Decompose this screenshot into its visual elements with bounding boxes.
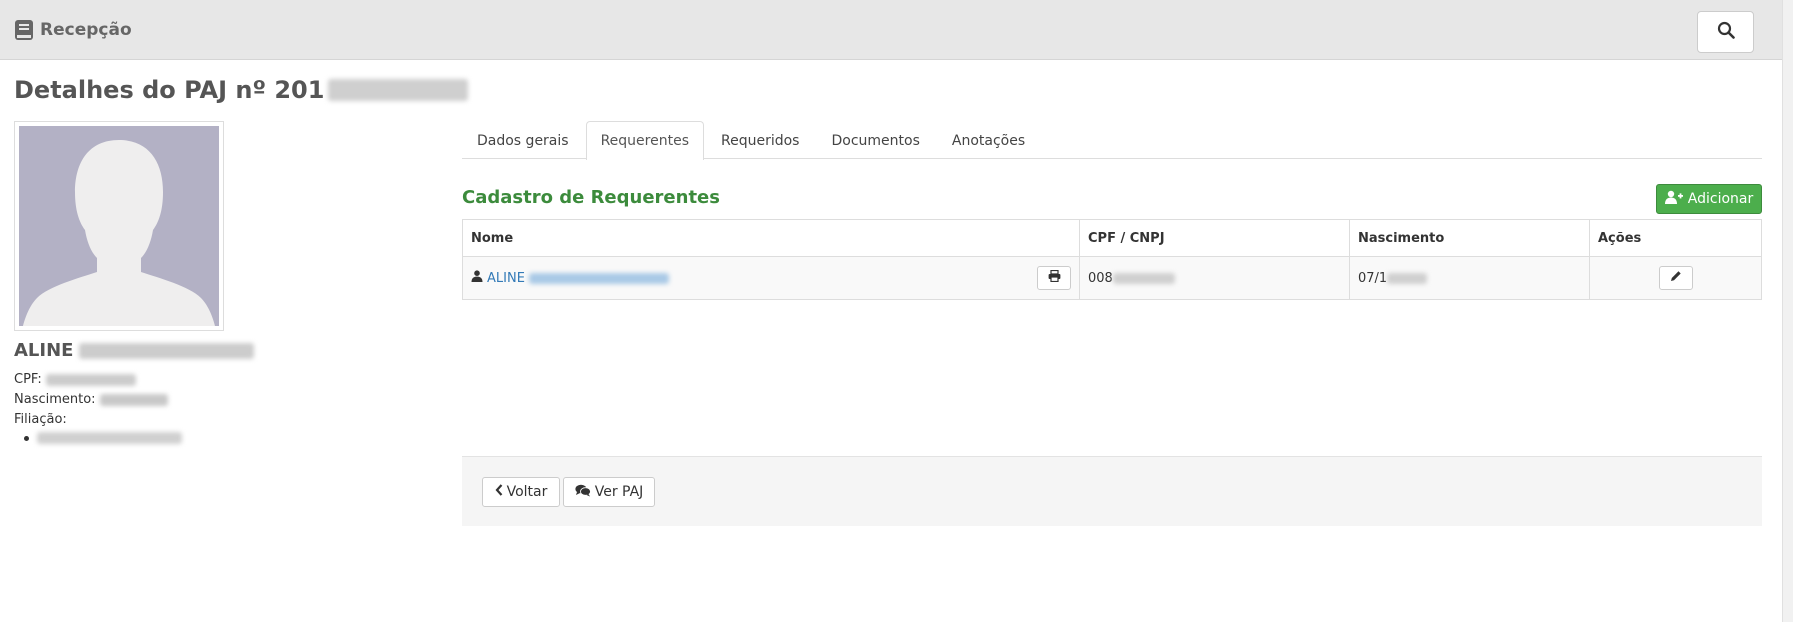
tab-anotacoes[interactable]: Anotações: [937, 121, 1040, 159]
tab-dados-gerais[interactable]: Dados gerais: [462, 121, 584, 159]
redacted-parent-name: [37, 432, 182, 444]
tab-requeridos[interactable]: Requeridos: [706, 121, 814, 159]
nascimento-label: Nascimento:: [14, 392, 96, 407]
back-button-label: Voltar: [506, 484, 548, 500]
add-button-label: Adicionar: [1687, 191, 1754, 207]
nascimento-value-prefix: 07/1: [1358, 270, 1388, 286]
profile-photo-frame: [14, 121, 224, 331]
tab-documentos[interactable]: Documentos: [816, 121, 934, 159]
book-icon: [14, 19, 34, 41]
print-icon: [1048, 269, 1061, 286]
view-paj-label: Ver PAJ: [594, 484, 644, 500]
table-header-row: Nome CPF / CNPJ Nascimento Ações: [462, 219, 1762, 257]
redacted-cpf-value: [1112, 272, 1175, 284]
person-first-name: ALINE: [14, 340, 74, 361]
filiacao-item: [24, 432, 182, 444]
column-header-nome: Nome: [462, 219, 1080, 257]
cell-cpf: 008: [1079, 256, 1350, 300]
add-requerente-button[interactable]: Adicionar: [1656, 184, 1762, 214]
requerente-name-link[interactable]: ALINE: [471, 270, 669, 286]
tab-bar: Dados gerais Requerentes Requeridos Docu…: [462, 121, 1762, 160]
redacted-requerente-surname: [528, 272, 669, 284]
table-row: ALINE 008 07/1: [462, 256, 1762, 300]
form-actions-panel: Voltar Ver PAJ: [462, 456, 1762, 526]
nascimento-line: Nascimento:: [14, 392, 168, 407]
edit-button[interactable]: [1658, 266, 1693, 290]
comments-icon: [575, 484, 591, 501]
print-button[interactable]: [1037, 266, 1071, 290]
brand[interactable]: Recepção: [14, 16, 132, 44]
filiacao-line: Filiação:: [14, 412, 67, 427]
cell-nascimento: 07/1: [1349, 256, 1590, 300]
user-icon: [471, 270, 483, 286]
cell-acoes: [1589, 256, 1762, 300]
bullet: [24, 435, 29, 441]
cpf-line: CPF:: [14, 372, 136, 387]
scrollbar[interactable]: [1782, 0, 1793, 622]
requerente-first-name: ALINE: [487, 270, 525, 286]
column-header-nascimento: Nascimento: [1349, 219, 1590, 257]
avatar: [19, 126, 219, 326]
filiacao-label: Filiação:: [14, 412, 67, 427]
section-title: Cadastro de Requerentes: [462, 187, 720, 208]
user-plus-icon: [1664, 190, 1683, 208]
chevron-left-icon: [495, 484, 503, 500]
column-header-cpf: CPF / CNPJ: [1079, 219, 1350, 257]
requerentes-table: Nome CPF / CNPJ Nascimento Ações ALINE 0…: [462, 219, 1762, 300]
cpf-value-prefix: 008: [1088, 270, 1113, 286]
cell-nome: ALINE: [462, 256, 1080, 300]
redacted-cpf: [45, 373, 136, 386]
redacted-paj-number: [328, 79, 469, 101]
brand-title: Recepção: [40, 20, 132, 40]
view-paj-button[interactable]: Ver PAJ: [563, 477, 655, 507]
search-button[interactable]: [1697, 11, 1754, 53]
back-button[interactable]: Voltar: [482, 477, 560, 507]
tab-requerentes[interactable]: Requerentes: [585, 121, 704, 160]
page-title-text: Detalhes do PAJ nº 201: [14, 76, 325, 104]
redacted-surname: [79, 342, 255, 359]
column-header-acoes: Ações: [1589, 219, 1762, 257]
cpf-label: CPF:: [14, 372, 42, 387]
pencil-icon: [1670, 270, 1682, 286]
page-title: Detalhes do PAJ nº 201: [14, 76, 469, 104]
redacted-birthdate: [99, 393, 168, 406]
search-icon: [1717, 21, 1735, 43]
person-silhouette-icon: [19, 126, 219, 326]
top-navbar: Recepção: [0, 0, 1782, 60]
person-name: ALINE: [14, 340, 255, 361]
redacted-nascimento-value: [1387, 272, 1428, 284]
